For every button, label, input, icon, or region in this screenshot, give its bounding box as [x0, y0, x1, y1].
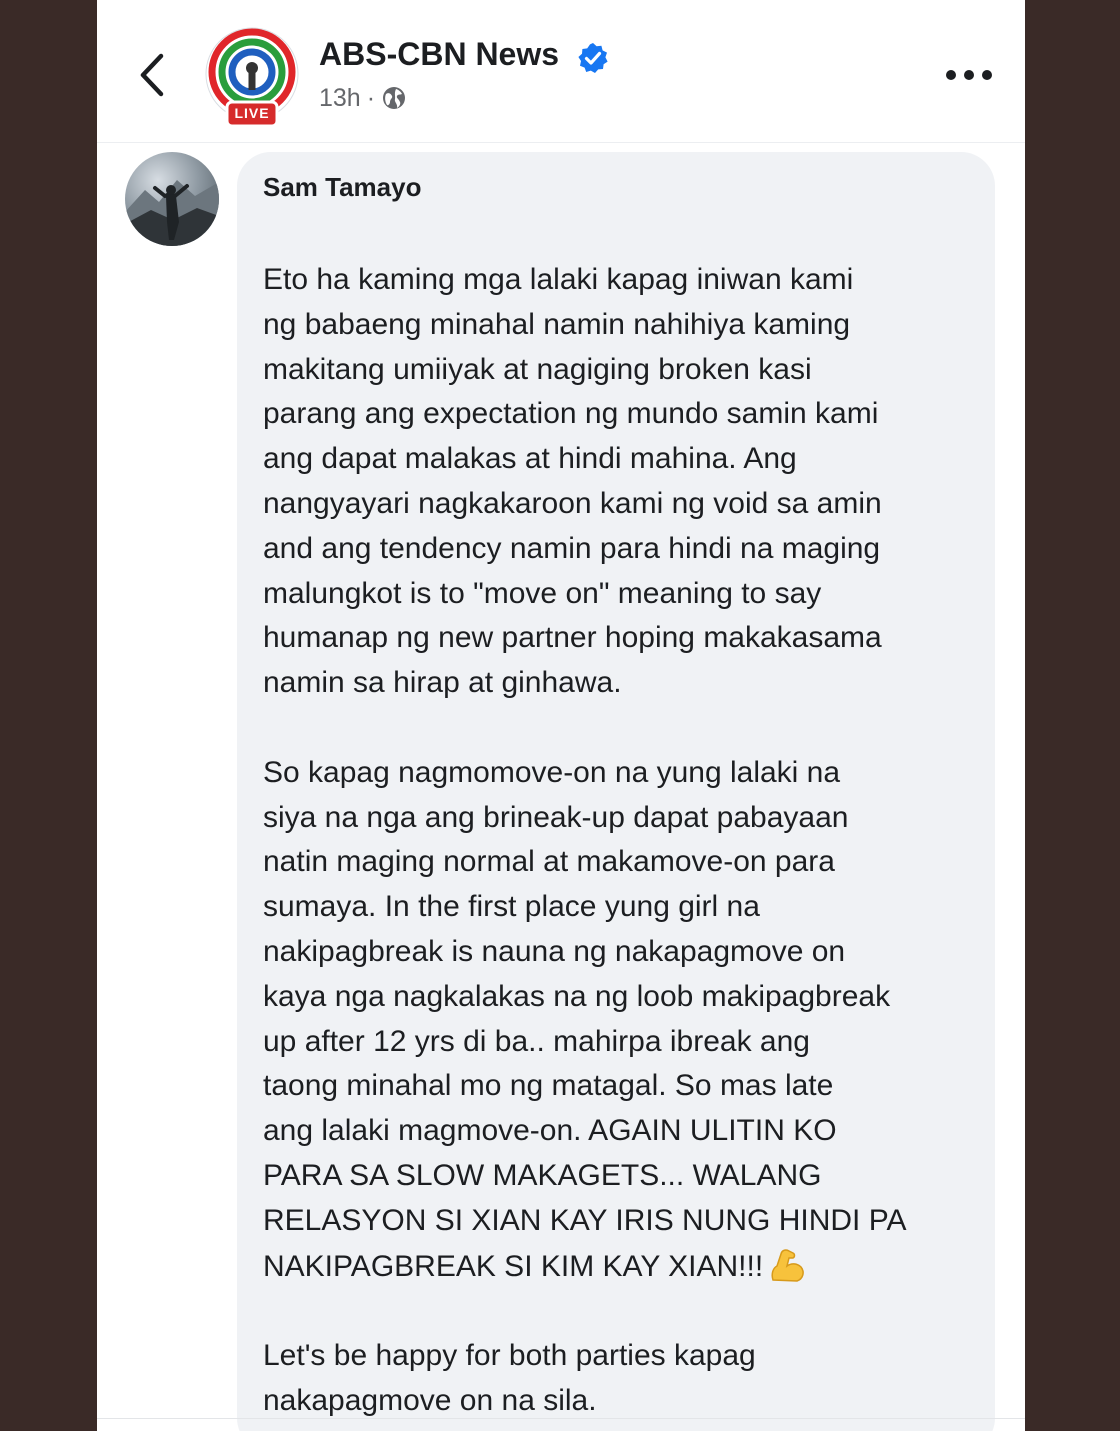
verified-badge-icon — [578, 43, 608, 73]
comment-text: Eto ha kaming mga lalaki kapag iniwan ka… — [263, 258, 983, 1431]
comment-bubble: Sam Tamayo Eto ha kaming mga lalaki kapa… — [237, 152, 995, 1431]
comment-paragraph: Let's be happy for both parties kapag na… — [263, 1339, 756, 1417]
back-button[interactable] — [133, 50, 173, 100]
page-avatar[interactable]: LIVE — [201, 24, 303, 132]
divider — [97, 1418, 1025, 1419]
comment-paragraph-with-emoji: So kapag nagmomove-on na yung lalaki na … — [263, 751, 983, 1290]
comment-paragraph: So kapag nagmomove-on na yung lalaki na … — [263, 755, 907, 1283]
post-meta: 13h · — [319, 84, 407, 113]
commenter-name[interactable]: Sam Tamayo — [263, 172, 421, 203]
chevron-left-icon — [140, 53, 164, 97]
globe-icon — [383, 87, 406, 109]
facebook-post-screen: LIVE ABS-CBN News 13h · Sam Tamayo Eto h… — [97, 0, 1025, 1431]
post-header: LIVE ABS-CBN News 13h · — [97, 0, 1025, 143]
post-timestamp[interactable]: 13h — [319, 84, 361, 112]
page-name[interactable]: ABS-CBN News — [319, 36, 559, 73]
more-options-button[interactable] — [943, 60, 995, 90]
commenter-avatar[interactable] — [125, 152, 219, 246]
meta-separator: · — [366, 84, 376, 112]
live-badge: LIVE — [234, 105, 270, 121]
flexed-biceps-icon — [771, 1248, 804, 1282]
comment-paragraph: Eto ha kaming mga lalaki kapag iniwan ka… — [263, 263, 882, 700]
person-on-mountain-icon — [125, 180, 219, 246]
more-horizontal-icon — [946, 70, 992, 80]
